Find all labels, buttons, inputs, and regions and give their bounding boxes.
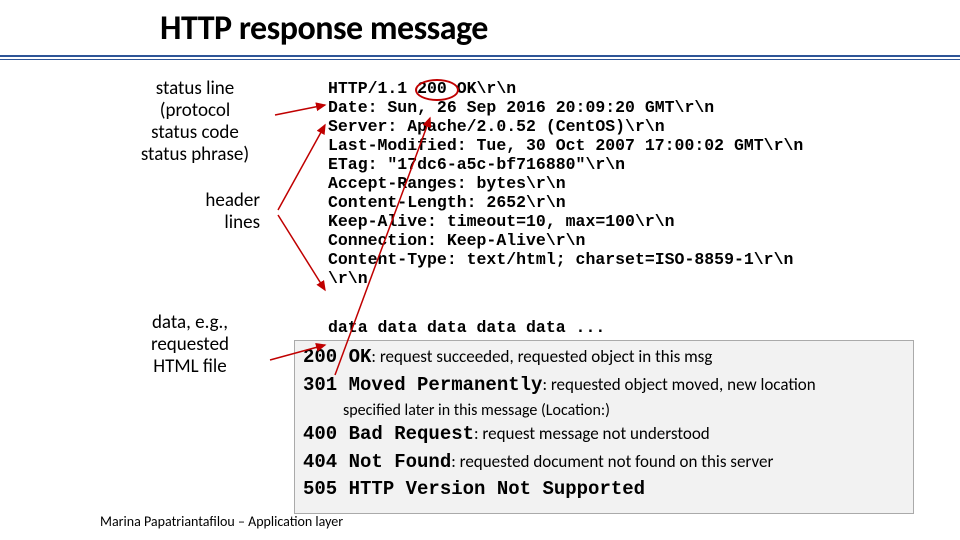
content-area: status line(protocolstatus codestatus ph…	[0, 60, 960, 78]
status-code-row: 301 Moved Permanently: requested object …	[303, 373, 905, 399]
status-code: 200 OK	[303, 346, 371, 368]
status-desc: : request succeeded, requested object in…	[371, 346, 712, 367]
status-codes-box: 200 OK: request succeeded, requested obj…	[294, 340, 914, 514]
footer-text: Marina Papatriantafilou – Application la…	[100, 513, 343, 530]
status-desc: : request message not understood	[474, 423, 710, 444]
status-code: 400 Bad Request	[303, 423, 474, 445]
ellipse-200-highlight	[415, 79, 459, 101]
status-code: 404 Not Found	[303, 451, 451, 473]
status-code: 301 Moved Permanently	[303, 374, 542, 396]
status-desc-cont: specified later in this message (Locatio…	[343, 400, 905, 422]
status-code-row: 404 Not Found: requested document not fo…	[303, 450, 905, 476]
status-code-row: 200 OK: request succeeded, requested obj…	[303, 345, 905, 371]
status-desc: : requested document not found on this s…	[451, 451, 773, 472]
slide-title: HTTP response message	[0, 0, 960, 53]
status-code-row: 400 Bad Request: request message not und…	[303, 422, 905, 448]
status-desc: : requested object moved, new location	[542, 374, 815, 395]
http-response-text: HTTP/1.1 200 OK\r\n Date: Sun, 26 Sep 20…	[328, 80, 803, 289]
status-code: 505 HTTP Version Not Supported	[303, 478, 645, 500]
label-data: data, e.g.,requestedHTML file	[120, 312, 260, 378]
label-header-lines: headerlines	[160, 190, 260, 234]
data-payload-line: data data data data data ...	[328, 318, 605, 337]
label-status-line: status line(protocolstatus codestatus ph…	[120, 78, 270, 165]
status-code-row: 505 HTTP Version Not Supported	[303, 477, 905, 503]
